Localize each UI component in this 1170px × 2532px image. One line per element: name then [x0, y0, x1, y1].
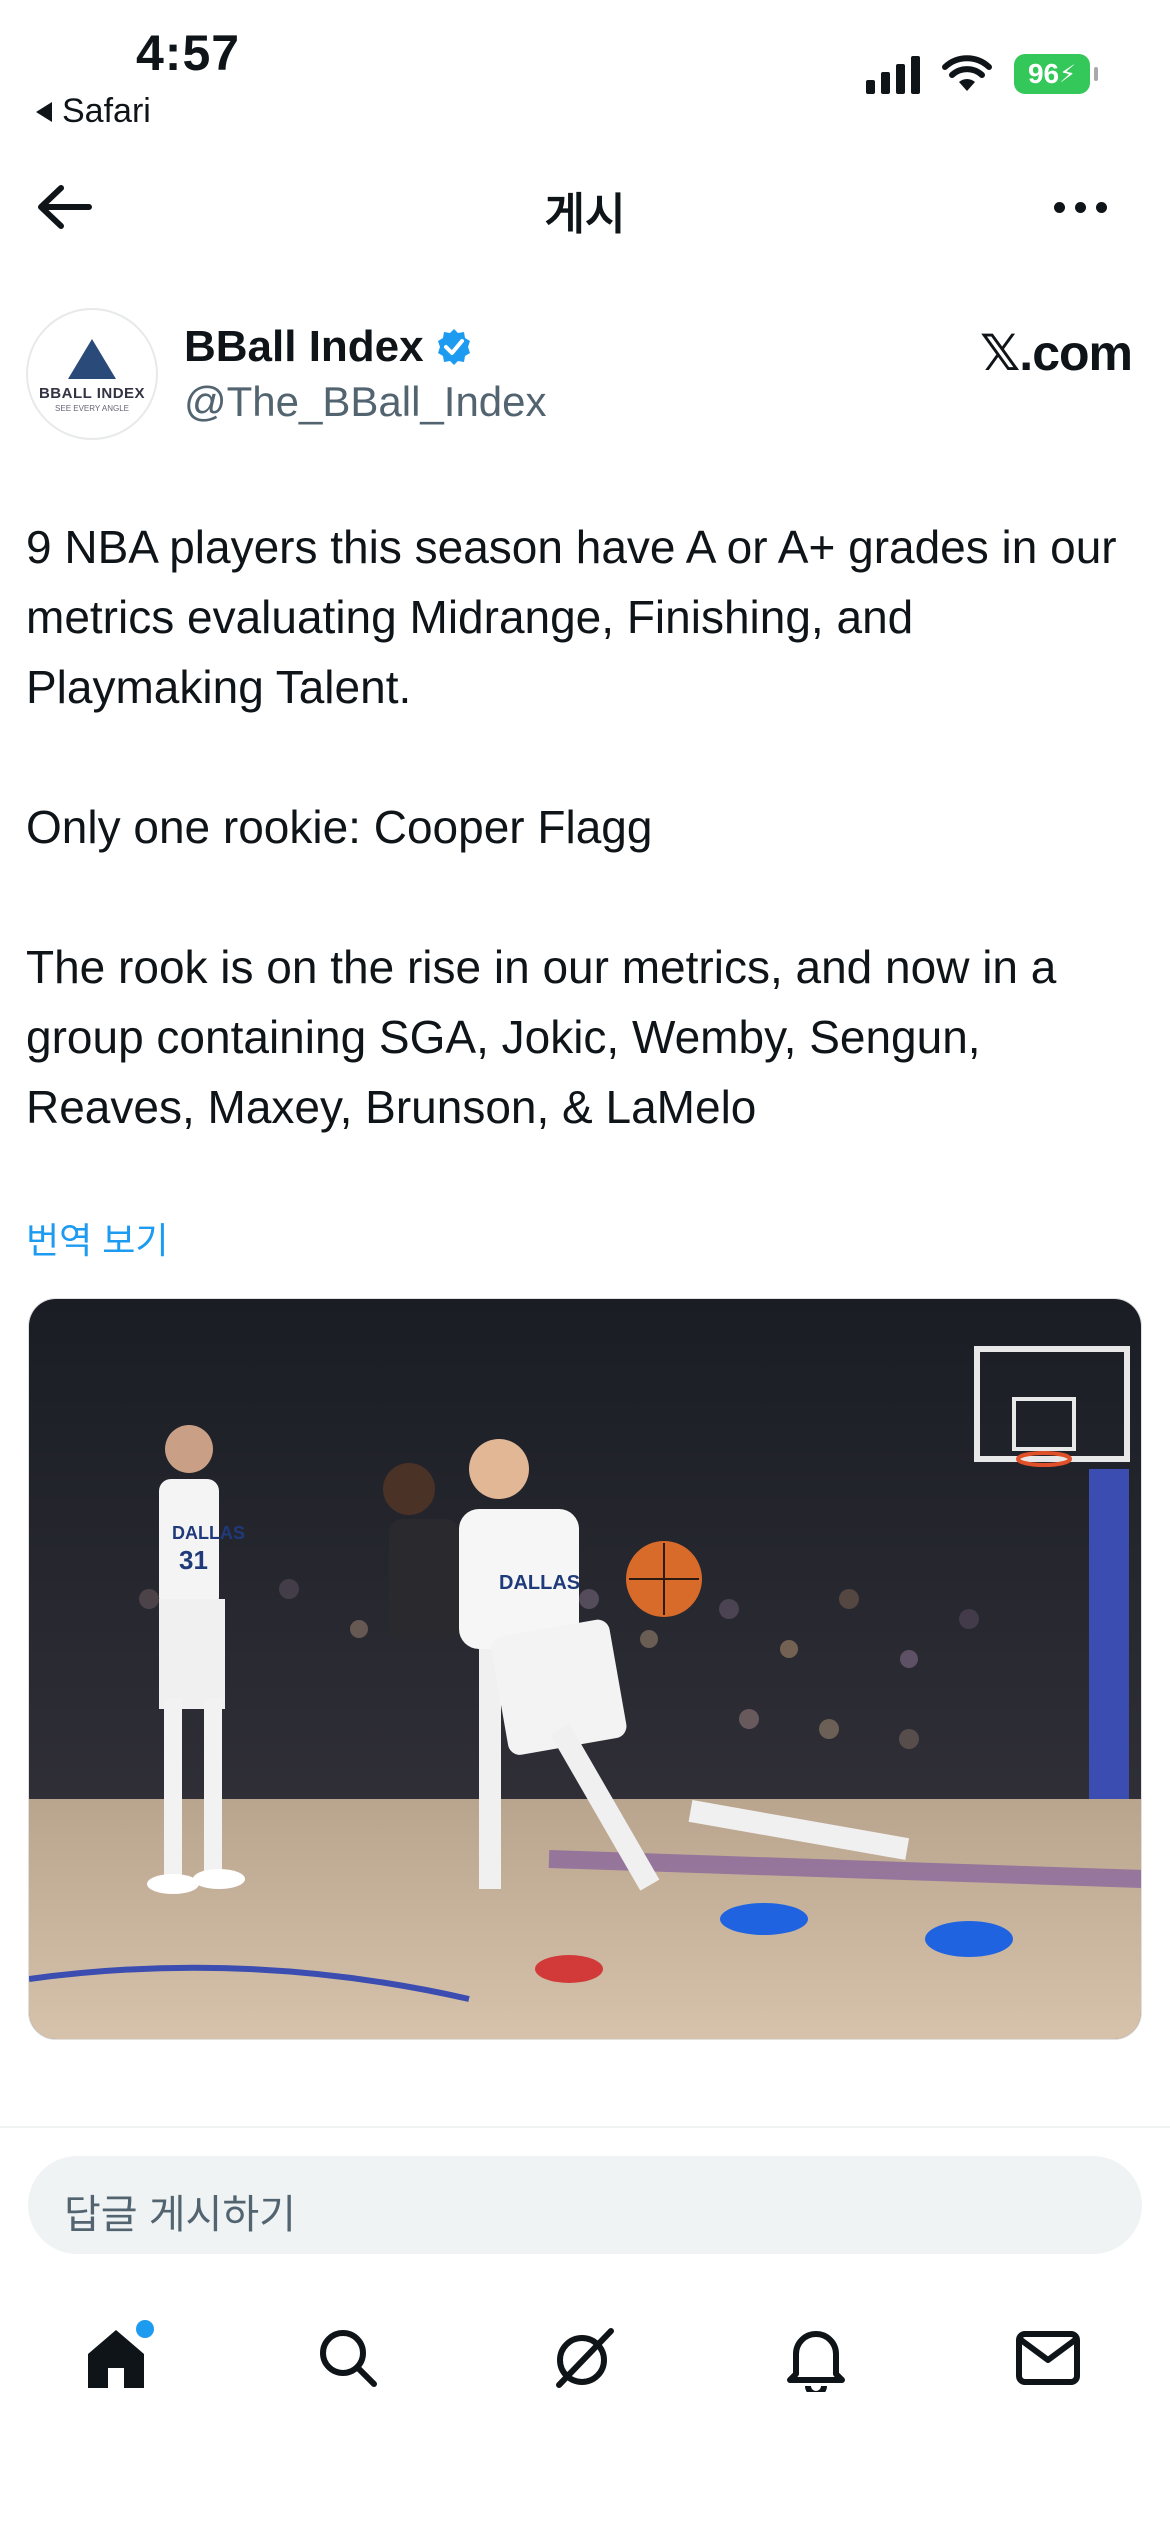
grok-icon	[556, 2328, 614, 2388]
post-media-image[interactable]: DALLAS 31 DALLAS	[28, 1298, 1142, 2040]
author-handle[interactable]: @The_BBall_Index	[184, 378, 547, 426]
reply-input[interactable]: 답글 게시하기	[28, 2156, 1142, 2254]
battery-icon: 96 ⚡	[1014, 54, 1098, 94]
tab-search[interactable]	[298, 2308, 398, 2408]
more-options-button[interactable]	[1040, 172, 1120, 242]
cellular-signal-icon	[866, 54, 920, 94]
search-icon	[320, 2330, 377, 2387]
reply-placeholder: 답글 게시하기	[64, 2193, 296, 2237]
post-text: 9 NBA players this season have A or A+ g…	[26, 521, 1117, 1133]
tab-bar	[0, 2308, 1170, 2428]
status-time: 4:57	[136, 25, 241, 81]
status-indicators: 96 ⚡	[866, 54, 1098, 94]
wifi-icon	[942, 55, 992, 91]
more-dot-icon	[1074, 201, 1086, 213]
avatar-logo-text: BBALL INDEX	[38, 385, 146, 402]
avatar[interactable]: BBALL INDEX SEE EVERY ANGLE	[26, 308, 158, 440]
player1-jersey-text: 31	[179, 1545, 208, 1575]
source-label[interactable]: 𝕏.com	[980, 324, 1133, 382]
status-bar: 4:57 Safari 96 ⚡	[0, 0, 1170, 140]
translate-link[interactable]: 번역 보기	[26, 1212, 168, 1264]
verified-badge-icon	[437, 329, 470, 365]
tab-notifications[interactable]	[766, 2308, 866, 2408]
battery-level: 96	[1027, 58, 1060, 89]
tab-messages[interactable]	[998, 2308, 1098, 2408]
post-detail-screen: 4:57 Safari 96 ⚡ 게시 BBALL INDEX SEE EVER…	[0, 0, 1170, 2532]
bottom-bar: 답글 게시하기	[0, 2126, 1170, 2532]
back-triangle-icon	[36, 101, 52, 122]
notification-dot	[136, 2320, 154, 2338]
bell-icon	[787, 2331, 845, 2392]
player2-team-text: DALLAS	[499, 1572, 580, 1594]
back-to-safari-button[interactable]: Safari	[36, 92, 151, 131]
post-author: BBALL INDEX SEE EVERY ANGLE BBall Index …	[26, 308, 1146, 448]
avatar-logo-tagline: SEE EVERY ANGLE	[55, 404, 129, 413]
author-name-text: BBall Index	[184, 322, 424, 371]
mail-icon	[1016, 2331, 1080, 2385]
back-app-label: Safari	[62, 92, 151, 130]
basketball-photo: DALLAS 31 DALLAS	[29, 1299, 1141, 2039]
tab-home[interactable]	[66, 2308, 166, 2408]
tab-grok[interactable]	[534, 2308, 634, 2408]
navigation-bar: 게시	[0, 160, 1170, 250]
bball-index-logo-icon	[68, 339, 116, 379]
more-dot-icon	[1053, 201, 1065, 213]
player1-team-text: DALLAS	[172, 1523, 245, 1543]
author-display-name[interactable]: BBall Index	[184, 322, 474, 372]
page-title: 게시	[544, 190, 626, 239]
more-dot-icon	[1095, 201, 1107, 213]
